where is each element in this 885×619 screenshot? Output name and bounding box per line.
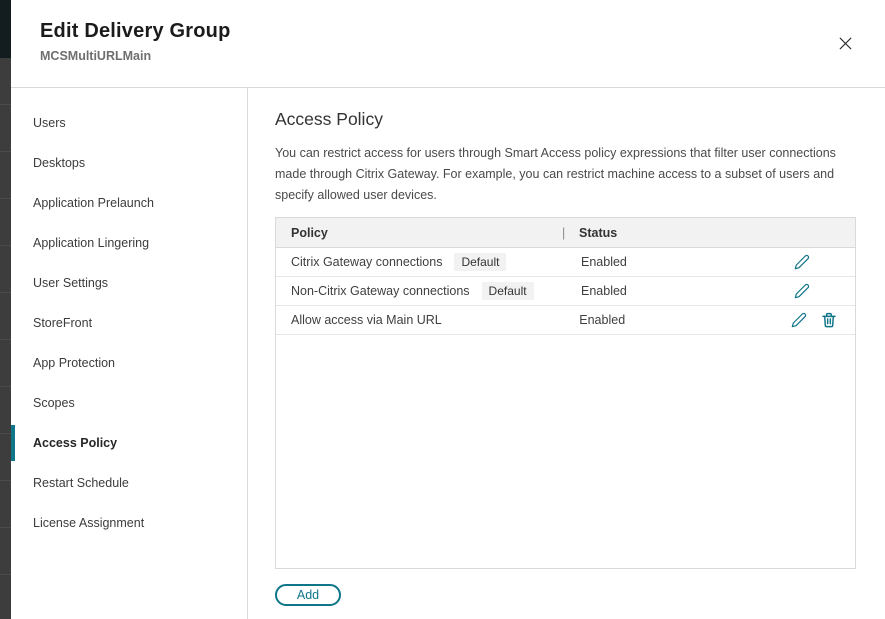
default-badge: Default (454, 253, 506, 271)
table-header: Policy | Status (276, 218, 855, 248)
sidebar-item-application-lingering[interactable]: Application Lingering (11, 223, 247, 263)
sidebar-item-access-policy[interactable]: Access Policy (11, 423, 247, 463)
sidebar-item-application-prelaunch[interactable]: Application Prelaunch (11, 183, 247, 223)
edit-delivery-group-dialog: Edit Delivery Group MCSMultiURLMain User… (11, 0, 885, 619)
sidebar-item-label: Application Prelaunch (33, 196, 154, 210)
sidebar-item-label: Desktops (33, 156, 85, 170)
delete-trash-icon[interactable] (820, 312, 837, 329)
edit-pencil-icon[interactable] (790, 312, 807, 329)
sidebar-item-user-settings[interactable]: User Settings (11, 263, 247, 303)
policy-cell: Citrix Gateway connections Default (276, 253, 581, 271)
policy-cell: Allow access via Main URL (276, 313, 579, 327)
sidebar-item-license-assignment[interactable]: License Assignment (11, 503, 247, 543)
policy-name: Non-Citrix Gateway connections (291, 284, 470, 298)
section-description: You can restrict access for users throug… (275, 143, 855, 206)
sidebar-item-label: Users (33, 116, 66, 130)
table-row: Allow access via Main URL Enabled (276, 306, 855, 335)
access-policy-table: Policy | Status Citrix Gateway connectio… (275, 217, 856, 569)
sidebar-item-restart-schedule[interactable]: Restart Schedule (11, 463, 247, 503)
policy-cell: Non-Citrix Gateway connections Default (276, 282, 581, 300)
background-app-header (0, 0, 11, 58)
background-app-list (0, 58, 11, 619)
sidebar-item-label: License Assignment (33, 516, 144, 530)
delivery-group-name: MCSMultiURLMain (40, 49, 885, 63)
sidebar-item-label: Access Policy (33, 436, 117, 450)
close-icon[interactable] (835, 33, 855, 53)
background-app-edge (0, 0, 11, 619)
table-row: Non-Citrix Gateway connections Default E… (276, 277, 855, 306)
sidebar-item-label: User Settings (33, 276, 108, 290)
sidebar-item-label: Application Lingering (33, 236, 149, 250)
sidebar-item-users[interactable]: Users (11, 103, 247, 143)
sidebar-item-label: App Protection (33, 356, 115, 370)
column-header-status: Status (564, 226, 617, 240)
policy-status: Enabled (581, 284, 793, 298)
edit-pencil-icon[interactable] (793, 254, 810, 271)
sidebar-item-scopes[interactable]: Scopes (11, 383, 247, 423)
page-title: Edit Delivery Group (40, 20, 885, 43)
sidebar-item-app-protection[interactable]: App Protection (11, 343, 247, 383)
dialog-body: Users Desktops Application Prelaunch App… (11, 88, 885, 619)
table-empty-area (276, 335, 855, 568)
sidebar-item-desktops[interactable]: Desktops (11, 143, 247, 183)
policy-status: Enabled (581, 255, 793, 269)
row-actions (790, 312, 855, 329)
row-actions (793, 254, 855, 271)
sidebar-item-label: Scopes (33, 396, 75, 410)
selected-indicator-bar (11, 425, 15, 461)
sidebar-item-label: Restart Schedule (33, 476, 129, 490)
dialog-header: Edit Delivery Group MCSMultiURLMain (11, 0, 885, 88)
settings-sidebar: Users Desktops Application Prelaunch App… (11, 88, 248, 619)
access-policy-panel: Access Policy You can restrict access fo… (248, 88, 885, 619)
policy-name: Allow access via Main URL (291, 313, 442, 327)
add-button[interactable]: Add (275, 584, 341, 606)
table-row: Citrix Gateway connections Default Enabl… (276, 248, 855, 277)
section-heading: Access Policy (275, 110, 885, 128)
edit-pencil-icon[interactable] (793, 283, 810, 300)
row-actions (793, 283, 855, 300)
column-header-policy: Policy (276, 226, 562, 240)
policy-status: Enabled (579, 313, 790, 327)
sidebar-item-label: StoreFront (33, 316, 92, 330)
policy-name: Citrix Gateway connections (291, 255, 442, 269)
default-badge: Default (482, 282, 534, 300)
sidebar-item-storefront[interactable]: StoreFront (11, 303, 247, 343)
